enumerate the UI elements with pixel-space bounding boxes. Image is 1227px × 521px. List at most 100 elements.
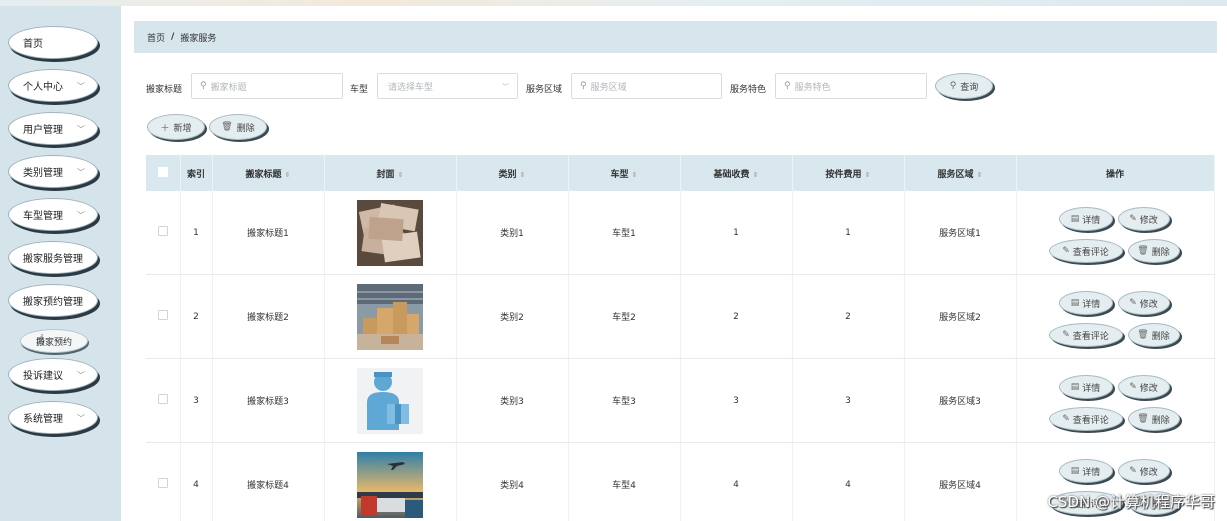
chevron-down-icon: ﹀ xyxy=(77,211,85,220)
row-delete-button[interactable]: 🗑 删除 xyxy=(1127,239,1180,263)
sort-icon[interactable]: ⇕ xyxy=(632,171,638,179)
cell-category: 类别3 xyxy=(456,358,569,443)
row-checkbox-cell[interactable] xyxy=(146,442,181,521)
cell-piece-fee: 1 xyxy=(792,191,905,275)
view-comments-button[interactable]: ✎ 查看评论 xyxy=(1048,323,1123,347)
row-checkbox[interactable] xyxy=(157,394,168,404)
header-label: 按件费用 xyxy=(825,169,862,180)
breadcrumb: 首页 / 搬家服务 xyxy=(134,21,1217,53)
col-category[interactable]: 类别 ⇕ xyxy=(456,155,569,191)
nav-moving-booking-management[interactable]: 搬家预约管理 xyxy=(8,284,98,317)
nav-label: 搬家预约管理 xyxy=(23,297,83,308)
chevron-down-icon: ﹀ xyxy=(77,414,85,423)
trash-icon: 🗑 xyxy=(1137,330,1149,340)
row-checkbox[interactable] xyxy=(157,226,168,236)
row-checkbox-cell[interactable] xyxy=(146,274,181,359)
nav-car-management[interactable]: 车型管理 ﹀ xyxy=(8,198,98,231)
header-label: 搬家标题 xyxy=(245,169,282,180)
query-button[interactable]: ⚲ 查询 xyxy=(935,73,993,99)
header-label: 基础收费 xyxy=(713,169,750,180)
edit-icon: ✎ xyxy=(1062,246,1070,256)
row-checkbox[interactable] xyxy=(157,310,168,320)
nav-category-management[interactable]: 类别管理 ﹀ xyxy=(8,155,98,188)
sort-icon[interactable]: ⇕ xyxy=(753,171,759,179)
row-checkbox[interactable] xyxy=(157,478,168,488)
cover-image-delivery-man[interactable] xyxy=(357,367,423,434)
header-label: 服务区域 xyxy=(937,169,974,180)
view-comments-button[interactable]: ✎ 查看评论 xyxy=(1048,407,1123,431)
nav-sub-moving-booking[interactable]: 搬家预约 xyxy=(20,329,88,353)
sort-icon[interactable]: ⇕ xyxy=(865,171,871,179)
button-label: 修改 xyxy=(1139,383,1158,394)
cover-image-documents[interactable] xyxy=(357,199,423,266)
car-select[interactable]: 请选择车型 ﹀ xyxy=(377,73,518,99)
row-delete-button[interactable]: 🗑 删除 xyxy=(1127,407,1180,431)
nav-personal-center[interactable]: 个人中心 ﹀ xyxy=(8,69,98,102)
feature-filter-input[interactable]: ⚲ 服务特色 xyxy=(775,73,927,99)
row-checkbox-cell[interactable] xyxy=(146,358,181,443)
sort-icon[interactable]: ⇕ xyxy=(520,171,526,179)
document-icon: ▤ xyxy=(1070,382,1080,392)
select-all-checkbox-cell[interactable] xyxy=(146,155,181,191)
nav-user-management[interactable]: 用户管理 ﹀ xyxy=(8,112,98,145)
nav-label: 首页 xyxy=(23,39,43,50)
nav-complaints[interactable]: 投诉建议 ﹀ xyxy=(8,358,98,391)
edit-icon: ✎ xyxy=(1129,382,1137,392)
breadcrumb-home[interactable]: 首页 xyxy=(147,31,165,44)
button-label: 修改 xyxy=(1139,215,1158,226)
cell-piece-fee: 2 xyxy=(792,274,905,359)
table-header-row: 索引 搬家标题 ⇕ 封面 ⇕ 类别 ⇕ 车型 ⇕ 基础收费 ⇕ 按件费用 ⇕ 服务区域 ⇕ 操… xyxy=(146,155,1215,191)
hand-cursor-icon: ☝ xyxy=(36,332,45,348)
edit-button[interactable]: ✎ 修改 xyxy=(1117,375,1170,399)
edit-icon: ✎ xyxy=(1129,214,1137,224)
plus-icon: ＋ xyxy=(160,123,170,134)
nav-home[interactable]: 首页 xyxy=(8,26,98,59)
button-label: 查看评论 xyxy=(1072,247,1109,258)
cell-area: 服务区域2 xyxy=(904,274,1017,359)
cell-base-fee: 2 xyxy=(680,274,793,359)
cell-area: 服务区域1 xyxy=(904,191,1017,275)
detail-button[interactable]: ▤ 详情 xyxy=(1058,375,1113,399)
col-area[interactable]: 服务区域 ⇕ xyxy=(904,155,1017,191)
sort-icon[interactable]: ⇕ xyxy=(398,171,404,179)
document-icon: ▤ xyxy=(1070,298,1080,308)
detail-button[interactable]: ▤ 详情 xyxy=(1058,459,1113,483)
detail-button[interactable]: ▤ 详情 xyxy=(1058,291,1113,315)
delete-button[interactable]: 🗑 删除 xyxy=(209,114,267,140)
col-title[interactable]: 搬家标题 ⇕ xyxy=(212,155,325,191)
chevron-down-icon: ﹀ xyxy=(77,125,85,134)
cover-image-truck-plane[interactable] xyxy=(357,451,423,518)
view-comments-button[interactable]: ✎ 查看评论 xyxy=(1048,239,1123,263)
col-piece-fee[interactable]: 按件费用 ⇕ xyxy=(792,155,905,191)
nav-moving-service-management[interactable]: 搬家服务管理 xyxy=(8,241,98,274)
edit-button[interactable]: ✎ 修改 xyxy=(1117,291,1170,315)
detail-button[interactable]: ▤ 详情 xyxy=(1058,207,1113,231)
select-all-checkbox[interactable] xyxy=(157,166,168,177)
cell-title: 搬家标题4 xyxy=(212,442,325,521)
cell-cover xyxy=(324,442,457,521)
col-ops: 操作 xyxy=(1016,155,1215,191)
cell-piece-fee: 4 xyxy=(792,442,905,521)
car-filter-label: 车型 xyxy=(350,85,369,95)
edit-button[interactable]: ✎ 修改 xyxy=(1117,459,1170,483)
title-filter-input[interactable]: ⚲ 搬家标题 xyxy=(191,73,343,99)
row-delete-button[interactable]: 🗑 删除 xyxy=(1127,323,1180,347)
cover-image-warehouse[interactable] xyxy=(357,283,423,350)
add-button[interactable]: ＋新增 xyxy=(147,114,205,140)
col-cover[interactable]: 封面 ⇕ xyxy=(324,155,457,191)
cell-base-fee: 3 xyxy=(680,358,793,443)
cell-cover xyxy=(324,274,457,359)
button-label: 修改 xyxy=(1139,299,1158,310)
button-label: 新增 xyxy=(173,123,192,134)
button-label: 详情 xyxy=(1082,383,1101,394)
col-car[interactable]: 车型 ⇕ xyxy=(568,155,681,191)
cell-ops: ▤ 详情 ✎ 修改 ✎ 查看评论 🗑 删除 xyxy=(1016,358,1215,443)
area-filter-input[interactable]: ⚲ 服务区域 xyxy=(571,73,722,99)
nav-system-management[interactable]: 系统管理 ﹀ xyxy=(8,401,98,434)
edit-button[interactable]: ✎ 修改 xyxy=(1117,207,1170,231)
sort-icon[interactable]: ⇕ xyxy=(977,171,983,179)
row-checkbox-cell[interactable] xyxy=(146,191,181,275)
placeholder: 服务区域 xyxy=(590,82,627,93)
col-base-fee[interactable]: 基础收费 ⇕ xyxy=(680,155,793,191)
sort-icon[interactable]: ⇕ xyxy=(285,171,291,179)
